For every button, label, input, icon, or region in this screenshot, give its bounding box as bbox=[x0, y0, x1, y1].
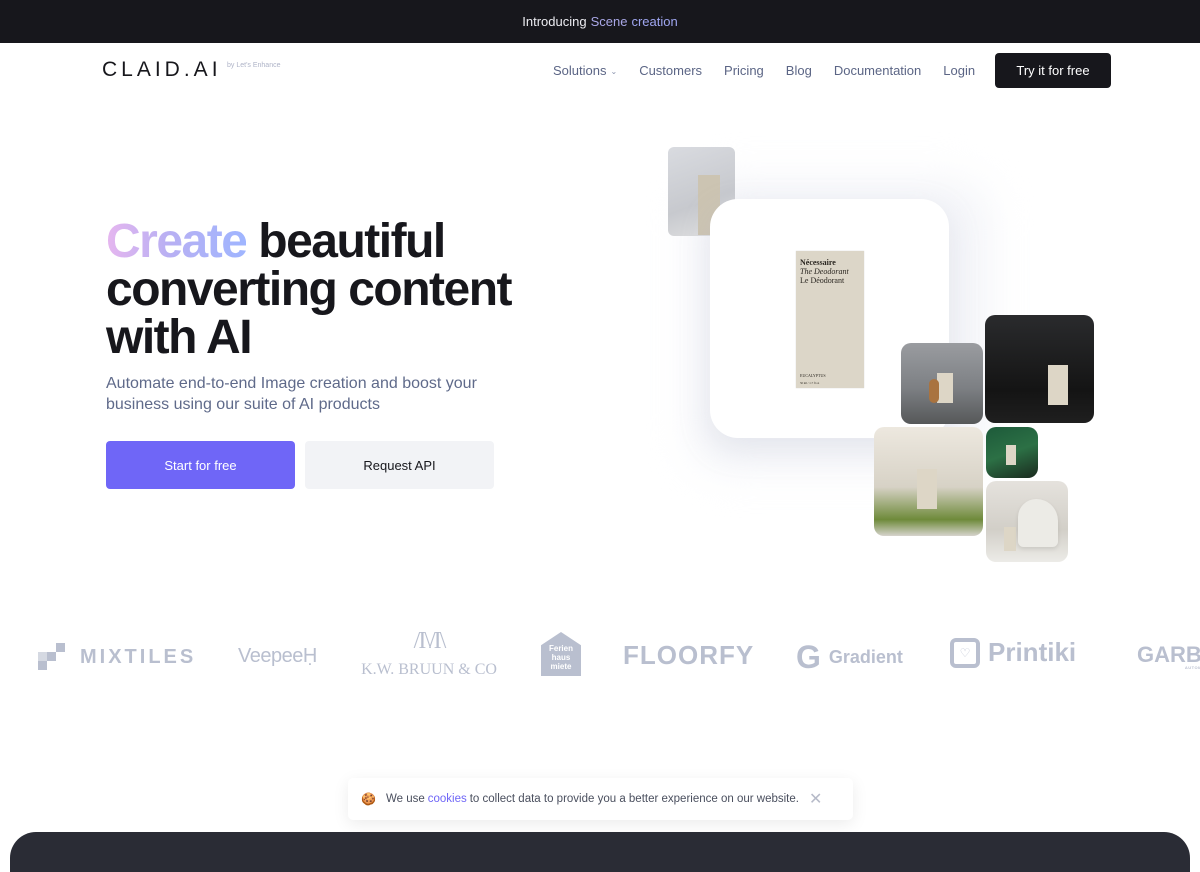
product-image: Nécessaire The Deodorant Le Déodorant EU… bbox=[796, 251, 864, 388]
dark-section-top bbox=[10, 832, 1190, 872]
nav-solutions[interactable]: Solutions ⌄ bbox=[553, 63, 617, 78]
cookie-banner: 🍪 We use cookies to collect data to prov… bbox=[348, 778, 853, 820]
logo-mixtiles: MIXTILES bbox=[38, 643, 196, 671]
nav-solutions-label: Solutions bbox=[553, 63, 607, 78]
hero-title-part1: beautiful bbox=[258, 215, 446, 268]
logo-veepee-text: Veepee bbox=[238, 645, 303, 667]
logo-garbe-text: GARBE bbox=[1137, 642, 1200, 667]
hero-title: Create beautiful converting content with… bbox=[106, 215, 513, 364]
logo-ferienhausmiete: Ferien haus miete bbox=[541, 632, 581, 676]
nav-links: Solutions ⌄ Customers Pricing Blog Docume… bbox=[553, 63, 997, 78]
gradient-g-icon: G bbox=[796, 639, 821, 675]
logo-garbe: GARBEAUTOMOTIVE bbox=[1137, 642, 1200, 670]
nav-pricing[interactable]: Pricing bbox=[724, 63, 764, 78]
hero-title-part3: with AI bbox=[106, 311, 253, 364]
logo-veepee: VeepeeḤ bbox=[238, 645, 317, 668]
logo-printiki-text: Printiki bbox=[988, 637, 1077, 667]
customer-logos: MIXTILES VeepeeḤ /I\/I\ K.W. BRUUN & CO … bbox=[0, 625, 1200, 685]
announcement-highlight-2[interactable]: creation bbox=[631, 14, 677, 29]
nav-documentation[interactable]: Documentation bbox=[834, 63, 921, 78]
scene-tile-stone bbox=[986, 481, 1068, 562]
camera-icon: ♡ bbox=[950, 637, 980, 668]
logo-gradient-text: Gradient bbox=[828, 647, 903, 667]
logo-kwb-text: K.W. BRUUN & CO bbox=[361, 661, 497, 678]
logo-mixtiles-text: MIXTILES bbox=[80, 645, 197, 668]
product-line1: The Deodorant bbox=[800, 267, 849, 276]
nav-login[interactable]: Login bbox=[943, 63, 975, 78]
scene-tile-dark bbox=[985, 315, 1094, 423]
product-brand: Nécessaire bbox=[800, 258, 836, 267]
request-api-button[interactable]: Request API bbox=[305, 441, 494, 489]
hero-title-highlight: Create bbox=[106, 215, 248, 268]
logo-subtitle: by Let's Enhance bbox=[227, 62, 281, 69]
logo[interactable]: CLAID.AI bbox=[102, 58, 222, 82]
hero-subtitle: Automate end-to-end Image creation and b… bbox=[106, 375, 477, 413]
cookies-link[interactable]: cookies bbox=[428, 793, 467, 805]
scene-tile-green bbox=[986, 427, 1038, 478]
nav-blog[interactable]: Blog bbox=[786, 63, 812, 78]
chevron-down-icon: ⌄ bbox=[610, 67, 618, 76]
announcement-prefix: Introducing bbox=[522, 14, 587, 29]
kwb-icon: /I\/I\ bbox=[413, 628, 447, 654]
cookie-icon: 🍪 bbox=[361, 792, 376, 806]
announcement-bar[interactable]: Introducing Scene creation bbox=[0, 0, 1200, 43]
top-nav: CLAID.AI by Let's Enhance Solutions ⌄ Cus… bbox=[0, 43, 1200, 99]
scene-tile-concrete bbox=[901, 343, 983, 424]
logo-printiki: ♡ Printiki bbox=[950, 637, 1076, 668]
scene-tile-plants bbox=[874, 427, 983, 536]
logo-kw-bruun: /I\/I\ K.W. BRUUN & CO bbox=[359, 629, 499, 679]
cookie-text-before: We use bbox=[385, 793, 425, 805]
hero-title-part2: converting content bbox=[106, 263, 513, 316]
butterfly-icon: Ḥ bbox=[302, 645, 317, 667]
try-free-button[interactable]: Try it for free bbox=[995, 53, 1111, 88]
product-variant: EUCALYPTUS bbox=[800, 373, 826, 378]
logo-floorfy: FLOORFY bbox=[623, 640, 755, 670]
mixtiles-icon bbox=[38, 643, 66, 671]
close-icon[interactable]: ✕ bbox=[809, 789, 822, 809]
nav-customers[interactable]: Customers bbox=[639, 63, 702, 78]
announcement-highlight[interactable]: Scene bbox=[591, 14, 628, 29]
logo-gradient: G Gradient bbox=[796, 639, 903, 676]
start-free-button[interactable]: Start for free bbox=[106, 441, 295, 489]
product-line2: Le Déodorant bbox=[800, 276, 845, 285]
cookie-text-after: to collect data to provide you a better … bbox=[469, 793, 799, 805]
product-size: 50 ml / 1.7 fl oz bbox=[800, 381, 820, 385]
